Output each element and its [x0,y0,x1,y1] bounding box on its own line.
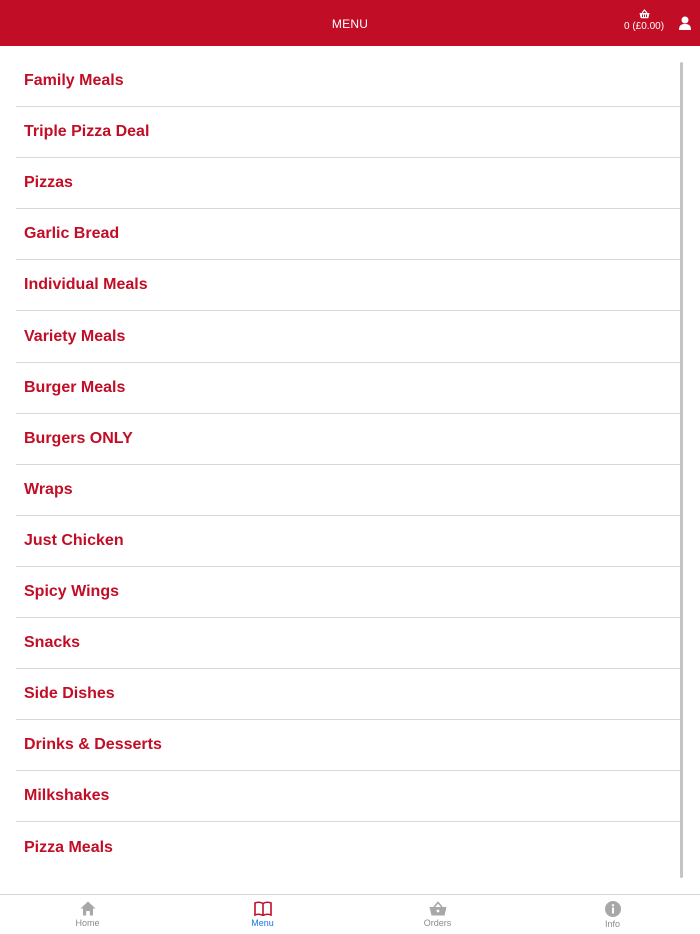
tab-orders[interactable]: Orders [350,895,525,934]
app-header: MENU 0 (£0.00) [0,0,700,46]
menu-item-burger-meals[interactable]: Burger Meals [16,363,682,414]
info-icon [525,901,700,917]
menu-item-pizzas[interactable]: Pizzas [16,158,682,210]
tab-orders-label: Orders [423,918,452,928]
menu-item-family-meals[interactable]: Family Meals [16,56,682,108]
menu-item-pizza-meals[interactable]: Pizza Meals [16,822,682,873]
list-scrollbar[interactable] [680,62,683,878]
menu-item-drinks-desserts[interactable]: Drinks & Desserts [16,720,682,772]
basket-icon [624,9,664,19]
tab-menu[interactable]: Menu [175,895,350,934]
user-icon[interactable] [679,16,691,35]
basket-button[interactable]: 0 (£0.00) [624,9,664,32]
home-icon [0,901,175,916]
tab-info-label: Info [604,919,620,929]
page-title: MENU [331,17,369,31]
menu-category-list: Family Meals Triple Pizza Deal Pizzas Ga… [16,56,682,878]
menu-item-spicy-wings[interactable]: Spicy Wings [16,567,682,619]
menu-item-triple-pizza-deal[interactable]: Triple Pizza Deal [16,107,682,159]
menu-item-side-dishes[interactable]: Side Dishes [16,669,682,721]
book-icon [175,901,350,916]
bottom-tab-bar: Home Menu Orders Info [0,894,700,934]
tab-home-label: Home [75,918,100,928]
tab-home[interactable]: Home [0,895,175,934]
basket-count: 0 (£0.00) [624,21,665,32]
menu-item-individual-meals[interactable]: Individual Meals [16,260,682,312]
tab-menu-label: Menu [251,918,274,928]
menu-item-burgers-only[interactable]: Burgers ONLY [16,414,682,465]
menu-item-milkshakes[interactable]: Milkshakes [16,771,682,823]
menu-item-snacks[interactable]: Snacks [16,618,682,670]
menu-item-garlic-bread[interactable]: Garlic Bread [16,209,682,261]
menu-item-variety-meals[interactable]: Variety Meals [16,311,682,363]
tab-info[interactable]: Info [525,895,700,934]
menu-item-just-chicken[interactable]: Just Chicken [16,516,682,567]
basket-icon [350,901,525,916]
menu-item-wraps[interactable]: Wraps [16,465,682,516]
